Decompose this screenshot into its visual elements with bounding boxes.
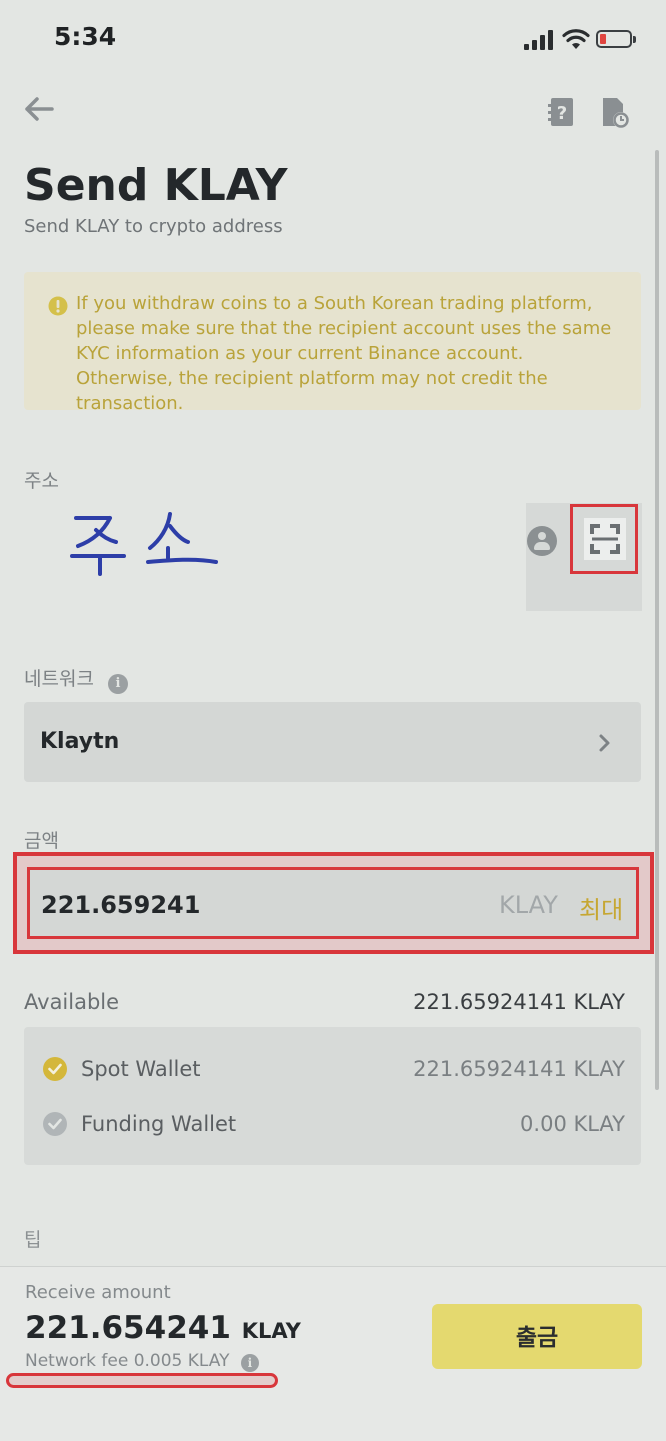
spot-wallet-label: Spot Wallet [81, 1057, 201, 1081]
network-selector[interactable]: Klaytn [24, 702, 641, 782]
back-arrow-icon[interactable] [22, 92, 56, 126]
contact-book-icon[interactable] [527, 526, 557, 556]
funding-wallet-value: 0.00 KLAY [520, 1112, 625, 1136]
fee-highlight [6, 1373, 278, 1388]
history-document-icon[interactable] [600, 96, 630, 130]
spot-wallet-checkbox[interactable] [43, 1057, 67, 1081]
receive-amount-unit: KLAY [241, 1319, 301, 1343]
kyc-warning-notice: If you withdraw coins to a South Korean … [24, 272, 641, 414]
svg-text:?: ? [557, 103, 567, 124]
withdraw-button[interactable]: 출금 [432, 1304, 642, 1369]
network-label: 네트워크 i [24, 664, 128, 694]
funding-wallet-label: Funding Wallet [81, 1112, 237, 1136]
chevron-right-icon [599, 734, 610, 752]
warning-text: If you withdraw coins to a South Korean … [76, 293, 612, 414]
amount-unit: KLAY [499, 891, 558, 919]
network-info-icon[interactable]: i [107, 674, 128, 694]
page-title: Send KLAY [24, 160, 288, 211]
network-fee: Network fee 0.005 KLAY i [25, 1351, 259, 1372]
spot-wallet-value: 221.65924141 KLAY [413, 1057, 625, 1081]
max-button[interactable]: 최대 [579, 890, 623, 925]
available-value: 221.65924141 KLAY [413, 990, 625, 1014]
network-value: Klaytn [40, 729, 120, 754]
address-label: 주소 [24, 470, 59, 492]
amount-label: 금액 [24, 830, 59, 852]
page-subtitle: Send KLAY to crypto address [24, 216, 283, 237]
qr-scan-icon[interactable] [584, 518, 626, 560]
available-label: Available [24, 990, 120, 1014]
receive-amount-label: Receive amount [25, 1282, 171, 1303]
warning-icon [48, 296, 68, 316]
wallet-list: Spot Wallet 221.65924141 KLAY Funding Wa… [24, 1027, 641, 1165]
status-time: 5:34 [54, 22, 117, 51]
tip-label: 팁 [24, 1229, 42, 1251]
help-document-icon[interactable]: ? [548, 96, 576, 128]
amount-value[interactable]: 221.659241 [41, 891, 200, 919]
cellular-signal-icon [524, 30, 556, 50]
scrollbar[interactable] [655, 150, 659, 1090]
fee-info-icon[interactable]: i [240, 1354, 259, 1372]
address-field-handwriting[interactable]: 주소 [70, 500, 230, 580]
funding-wallet-checkbox[interactable] [43, 1112, 67, 1136]
wifi-icon [562, 29, 590, 49]
battery-icon [596, 30, 636, 48]
svg-text:주소: 주소 [70, 500, 72, 501]
receive-amount-value: 221.654241 KLAY [25, 1310, 301, 1346]
